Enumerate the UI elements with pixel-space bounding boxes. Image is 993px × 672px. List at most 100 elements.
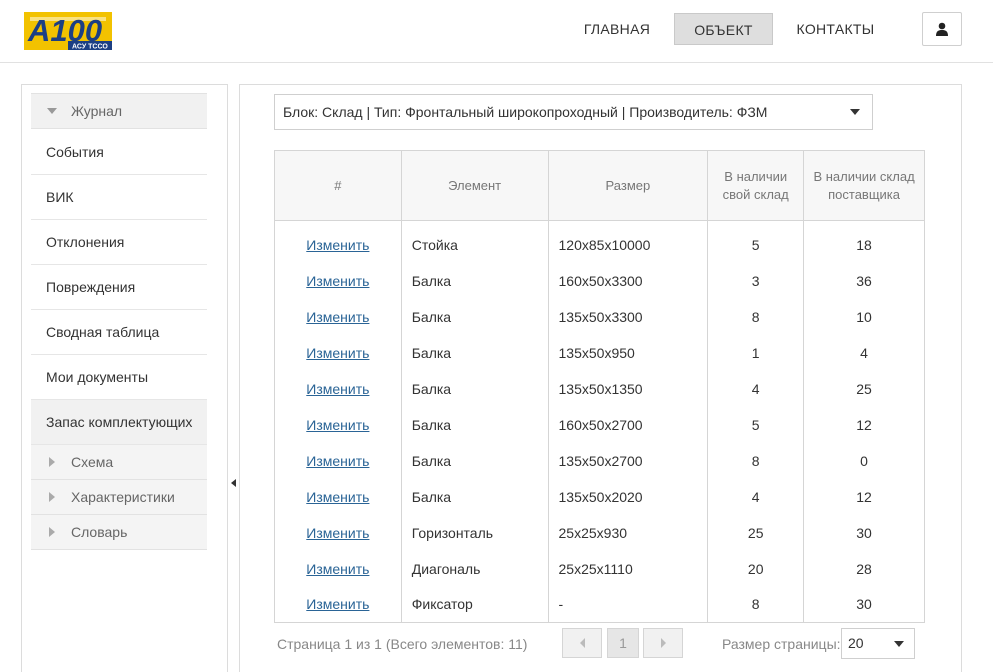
page-size-label: Размер страницы: [722,636,841,652]
sidebar-item-summary[interactable]: Сводная таблица [31,310,207,355]
own-stock-cell: 8 [707,586,805,623]
chevron-right-icon [49,527,55,537]
user-menu-button[interactable] [922,12,962,46]
supplier-stock-cell: 12 [803,406,925,443]
sidebar-item-my-documents[interactable]: Мои документы [31,355,207,400]
edit-link[interactable]: Изменить [306,489,369,505]
element-cell: Балка [400,298,549,335]
caret-down-icon [850,109,860,115]
filter-dropdown[interactable]: Блок: Склад | Тип: Фронтальный широкопро… [274,94,873,130]
nav-home[interactable]: ГЛАВНАЯ [578,13,656,45]
own-stock-cell: 25 [707,514,805,551]
own-stock-cell: 8 [707,298,805,335]
main-panel: Блок: Склад | Тип: Фронтальный широкопро… [239,84,962,672]
edit-link[interactable]: Изменить [306,453,369,469]
edit-link[interactable]: Изменить [306,525,369,541]
sidebar-sub-item-characteristics[interactable]: Характеристики [31,480,207,515]
edit-link[interactable]: Изменить [306,561,369,577]
supplier-stock-cell: 30 [803,586,925,623]
element-cell: Балка [400,370,549,407]
edit-link[interactable]: Изменить [306,417,369,433]
element-cell: Балка [400,334,549,371]
element-cell: Диагональ [400,550,549,587]
sidebar-item-deviations[interactable]: Отклонения [31,220,207,265]
table-row: Изменить Фиксатор - 8 30 [274,586,925,623]
size-cell: 135x50x950 [547,334,709,371]
table-row: Изменить Балка 135x50x950 1 4 [274,334,925,371]
supplier-stock-cell: 25 [803,370,925,407]
a100-logo[interactable]: A100 АСУ ТССО [24,10,114,54]
chevron-right-icon [660,638,666,648]
table-row: Изменить Балка 160x50x3300 3 36 [274,262,925,299]
sidebar-item-damages[interactable]: Повреждения [31,265,207,310]
table-row: Изменить Диагональ 25x25x1110 20 28 [274,550,925,587]
sidebar-sub-item-dictionary[interactable]: Словарь [31,515,207,550]
top-header: A100 АСУ ТССО ГЛАВНАЯ ОБЪЕКТ КОНТАКТЫ [0,0,993,63]
table-row: Изменить Балка 160x50x2700 5 12 [274,406,925,443]
chevron-left-icon [579,638,585,648]
edit-link[interactable]: Изменить [306,309,369,325]
element-cell: Горизонталь [400,514,549,551]
chevron-right-icon [49,457,55,467]
sidebar-item-vik[interactable]: ВИК [31,175,207,220]
nav-contacts[interactable]: КОНТАКТЫ [791,13,880,45]
pager: Страница 1 из 1 (Всего элементов: 11) 1 … [274,625,925,661]
sidebar-sublist: Схема Характеристики Словарь [31,445,207,550]
sidebar: Журнал События ВИК Отклонения Повреждени… [21,84,228,672]
column-header-index[interactable]: # [274,150,402,221]
caret-down-icon [894,641,904,647]
element-cell: Балка [400,442,549,479]
column-header-element[interactable]: Элемент [400,150,549,221]
table-row: Изменить Стойка 120x85x10000 5 18 [274,220,925,263]
edit-link[interactable]: Изменить [306,381,369,397]
supplier-stock-cell: 0 [803,442,925,479]
sidebar-sub-item-scheme[interactable]: Схема [31,445,207,480]
element-cell: Стойка [400,220,549,263]
user-icon [936,22,948,36]
size-cell: 135x50x2020 [547,478,709,515]
element-cell: Балка [400,478,549,515]
sidebar-section-label: Журнал [71,103,123,119]
edit-link[interactable]: Изменить [306,237,369,253]
page-size-value: 20 [848,635,864,651]
size-cell: 120x85x10000 [547,220,709,263]
prev-page-button[interactable] [562,628,602,658]
column-header-own-stock[interactable]: В наличии свой склад [707,150,805,221]
element-cell: Балка [400,406,549,443]
own-stock-cell: 5 [707,220,805,263]
column-header-size[interactable]: Размер [547,150,709,221]
nav-object[interactable]: ОБЪЕКТ [674,13,773,45]
sidebar-section-journal[interactable]: Журнал [31,93,207,129]
supplier-stock-cell: 18 [803,220,925,263]
element-cell: Фиксатор [400,586,549,623]
own-stock-cell: 20 [707,550,805,587]
parts-table: # Элемент Размер В наличии свой склад В … [274,150,925,623]
table-row: Изменить Балка 135x50x1350 4 25 [274,370,925,407]
page-size-select[interactable]: 20 [841,628,915,659]
edit-link[interactable]: Изменить [306,273,369,289]
own-stock-cell: 1 [707,334,805,371]
size-cell: 160x50x3300 [547,262,709,299]
supplier-stock-cell: 30 [803,514,925,551]
supplier-stock-cell: 4 [803,334,925,371]
page-number-button[interactable]: 1 [607,628,639,658]
table-row: Изменить Горизонталь 25x25x930 25 30 [274,514,925,551]
own-stock-cell: 3 [707,262,805,299]
edit-link[interactable]: Изменить [306,596,369,612]
supplier-stock-cell: 36 [803,262,925,299]
column-header-supplier-stock[interactable]: В наличии склад поставщика [803,150,925,221]
sidebar-item-events[interactable]: События [31,130,207,175]
sidebar-item-parts-stock[interactable]: Запас комплектующих [31,400,207,445]
collapse-sidebar-icon[interactable] [231,479,236,487]
sidebar-list: События ВИК Отклонения Повреждения Сводн… [31,130,207,445]
own-stock-cell: 5 [707,406,805,443]
size-cell: 25x25x1110 [547,550,709,587]
svg-text:АСУ ТССО: АСУ ТССО [72,44,108,51]
table-body: Изменить Стойка 120x85x10000 5 18 Измени… [274,220,925,623]
size-cell: 135x50x2700 [547,442,709,479]
filter-value: Блок: Склад | Тип: Фронтальный широкопро… [283,104,768,120]
next-page-button[interactable] [643,628,683,658]
table-row: Изменить Балка 135x50x2700 8 0 [274,442,925,479]
edit-link[interactable]: Изменить [306,345,369,361]
size-cell: - [547,586,709,623]
